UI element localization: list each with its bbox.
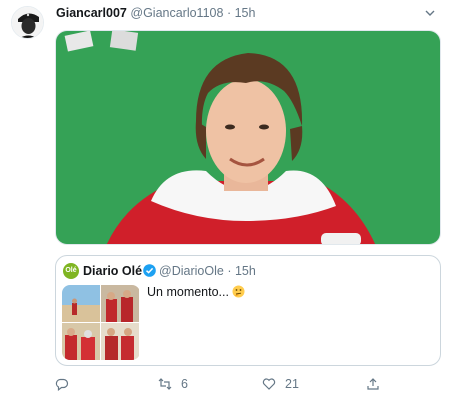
quoted-tweet-text: Un momento... bbox=[147, 285, 245, 299]
retweet-icon bbox=[158, 378, 172, 390]
quoted-display-name[interactable]: Diario Olé bbox=[83, 264, 142, 278]
quoted-photo-1[interactable] bbox=[62, 285, 100, 322]
display-name[interactable]: Giancarl007 bbox=[56, 6, 127, 20]
share-icon bbox=[367, 378, 379, 390]
quoted-tweet[interactable]: Olé Diario Olé @DiarioOle · 15h Un momen… bbox=[55, 255, 441, 366]
tweet-header: Giancarl007 @Giancarlo1108 · 15h bbox=[56, 5, 255, 21]
like-button[interactable]: 21 bbox=[262, 376, 299, 392]
quoted-tweet-header: Diario Olé @DiarioOle · 15h bbox=[83, 263, 256, 279]
quoted-photo-4[interactable] bbox=[101, 323, 139, 360]
quoted-photo-3[interactable] bbox=[62, 323, 100, 360]
quoted-media-grid[interactable] bbox=[62, 285, 140, 360]
reply-button[interactable] bbox=[55, 376, 78, 392]
quoted-handle[interactable]: @DiarioOle bbox=[159, 264, 224, 278]
share-button[interactable] bbox=[366, 376, 380, 392]
quoted-text: Un momento... bbox=[147, 285, 229, 299]
photo-messi-santa bbox=[56, 31, 440, 244]
tweet-media-image[interactable] bbox=[55, 30, 441, 245]
handle[interactable]: @Giancarlo1108 bbox=[130, 6, 223, 20]
avatar[interactable] bbox=[11, 6, 44, 39]
tweet-actions: 6 21 bbox=[55, 376, 441, 392]
verified-badge-icon bbox=[143, 264, 156, 277]
tweet[interactable]: Giancarl007 @Giancarlo1108 · 15h Olé Dia… bbox=[0, 0, 449, 400]
retweet-count: 6 bbox=[181, 377, 188, 391]
reply-icon bbox=[55, 378, 69, 391]
like-count: 21 bbox=[285, 377, 299, 391]
thinking-face-emoji-icon bbox=[232, 285, 245, 298]
quoted-separator-dot: · bbox=[227, 264, 232, 278]
chevron-down-icon[interactable] bbox=[423, 6, 437, 20]
quoted-timestamp[interactable]: 15h bbox=[235, 264, 256, 278]
avatar-image bbox=[12, 7, 43, 38]
diario-ole-logo[interactable]: Olé bbox=[63, 263, 79, 279]
timestamp[interactable]: 15h bbox=[235, 6, 256, 20]
retweet-button[interactable]: 6 bbox=[158, 376, 188, 392]
separator-dot: · bbox=[226, 6, 232, 20]
quoted-photo-2[interactable] bbox=[101, 285, 139, 322]
heart-icon bbox=[262, 378, 276, 390]
